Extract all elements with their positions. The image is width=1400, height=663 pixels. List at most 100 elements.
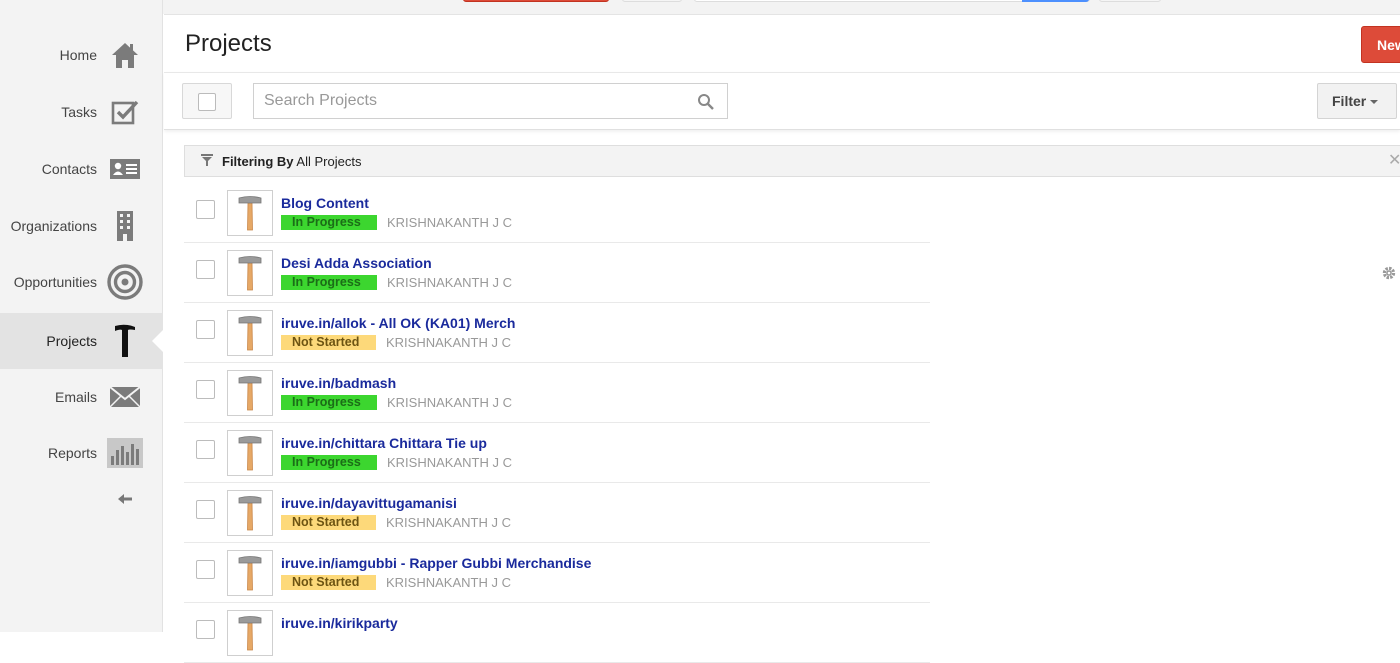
search-icon[interactable] — [697, 93, 715, 111]
project-row[interactable]: Desi Adda Association In Progress KRISHNAK… — [184, 243, 1400, 303]
building-icon — [107, 208, 143, 244]
hammer-icon — [238, 436, 262, 471]
project-row[interactable]: iruve.in/iamgubbi - Rapper Gubbi Merchan… — [184, 543, 1400, 603]
select-all-checkbox[interactable] — [182, 83, 232, 119]
hammer-icon — [238, 496, 262, 531]
search-box — [253, 83, 728, 119]
contacts-icon — [107, 151, 143, 187]
filter-label: Filter — [1332, 93, 1367, 109]
caret-down-icon — [1370, 100, 1379, 105]
project-row[interactable]: iruve.in/allok - All OK (KA01) Merch Not … — [184, 303, 1400, 363]
project-owner: KRISHNAKANTH J C — [387, 455, 512, 470]
project-name-link[interactable]: Blog Content — [281, 195, 369, 211]
header-red-button[interactable] — [463, 0, 609, 2]
project-owner: KRISHNAKANTH J C — [386, 515, 511, 530]
search-input[interactable] — [254, 84, 674, 118]
project-row[interactable]: iruve.in/badmash In Progress KRISHNAKANTH … — [184, 363, 1400, 423]
project-name-link[interactable]: iruve.in/badmash — [281, 375, 396, 391]
project-thumbnail[interactable] — [227, 190, 273, 236]
hammer-icon — [238, 316, 262, 351]
row-checkbox[interactable] — [196, 620, 215, 639]
row-checkbox[interactable] — [196, 440, 215, 459]
main-panel: Projects New Filter Filtering By All Pro… — [164, 14, 1400, 663]
target-icon — [107, 264, 143, 300]
project-name-link[interactable]: iruve.in/iamgubbi - Rapper Gubbi Merchan… — [281, 555, 591, 571]
sidebar-item-organizations[interactable]: Organizations — [0, 198, 163, 254]
sidebar: Home Tasks Contacts Organizations Opport… — [0, 0, 163, 632]
sidebar-item-label: Reports — [47, 445, 97, 461]
status-badge: In Progress — [281, 395, 377, 410]
project-owner: KRISHNAKANTH J C — [387, 275, 512, 290]
filter-dropdown-button[interactable]: Filter — [1317, 83, 1397, 119]
row-checkbox[interactable] — [196, 320, 215, 339]
filter-description: Filtering By All Projects — [222, 154, 361, 169]
row-checkbox[interactable] — [196, 380, 215, 399]
gear-icon[interactable] — [1382, 266, 1396, 280]
status-badge: Not Started — [281, 335, 376, 350]
project-owner: KRISHNAKANTH J C — [387, 215, 512, 230]
project-row[interactable]: iruve.in/dayavittugamanisi Not Started KRI… — [184, 483, 1400, 543]
header-button[interactable] — [622, 0, 682, 2]
collapse-sidebar-button[interactable] — [113, 488, 137, 510]
project-thumbnail[interactable] — [227, 250, 273, 296]
funnel-icon — [201, 154, 213, 166]
row-checkbox[interactable] — [196, 200, 215, 219]
project-name-link[interactable]: iruve.in/dayavittugamanisi — [281, 495, 457, 511]
sidebar-item-label: Organizations — [10, 218, 97, 234]
sidebar-item-tasks[interactable]: Tasks — [0, 84, 163, 140]
header-button-right[interactable] — [1099, 0, 1161, 2]
project-thumbnail[interactable] — [227, 490, 273, 536]
project-thumbnail[interactable] — [227, 550, 273, 596]
envelope-icon — [107, 379, 143, 415]
sidebar-item-projects[interactable]: Projects — [0, 313, 163, 369]
project-name-link[interactable]: iruve.in/chittara Chittara Tie up — [281, 435, 487, 451]
status-badge: Not Started — [281, 575, 376, 590]
sidebar-item-emails[interactable]: Emails — [0, 369, 163, 425]
project-thumbnail[interactable] — [227, 430, 273, 476]
page-title: Projects — [185, 30, 272, 57]
project-thumbnail[interactable] — [227, 610, 273, 656]
row-checkbox[interactable] — [196, 500, 215, 519]
sidebar-item-opportunities[interactable]: Opportunities — [0, 254, 163, 310]
new-project-button[interactable]: New — [1361, 26, 1400, 63]
row-checkbox[interactable] — [196, 260, 215, 279]
project-row[interactable]: iruve.in/chittara Chittara Tie up In Prog… — [184, 423, 1400, 483]
sidebar-item-contacts[interactable]: Contacts — [0, 141, 163, 197]
sidebar-item-label: Emails — [54, 389, 97, 405]
hammer-icon — [238, 376, 262, 411]
bar-chart-icon — [107, 435, 143, 471]
project-thumbnail[interactable] — [227, 370, 273, 416]
top-header-strip — [0, 0, 1400, 25]
project-row[interactable]: iruve.in/kirikparty — [184, 603, 1400, 663]
row-checkbox[interactable] — [196, 560, 215, 579]
project-name-link[interactable]: iruve.in/kirikparty — [281, 615, 398, 631]
project-row[interactable]: Blog Content In Progress KRISHNAKANTH J C — [184, 183, 1400, 243]
sidebar-item-reports[interactable]: Reports — [0, 425, 163, 481]
status-badge: In Progress — [281, 455, 377, 470]
sidebar-item-label: Opportunities — [13, 274, 97, 290]
project-owner: KRISHNAKANTH J C — [386, 575, 511, 590]
active-filter-bar: Filtering By All Projects ✕ — [184, 145, 1400, 177]
sidebar-item-label: Tasks — [61, 104, 97, 120]
sidebar-item-label: Contacts — [41, 161, 97, 177]
tasks-icon — [107, 94, 143, 130]
filter-value: All Projects — [296, 154, 362, 169]
sidebar-item-label: Home — [59, 47, 97, 63]
hammer-icon — [238, 196, 262, 231]
hammer-icon — [107, 323, 143, 359]
hammer-icon — [238, 556, 262, 591]
status-badge: Not Started — [281, 515, 376, 530]
project-name-link[interactable]: iruve.in/allok - All OK (KA01) Merch — [281, 315, 515, 331]
project-name-link[interactable]: Desi Adda Association — [281, 255, 432, 271]
project-owner: KRISHNAKANTH J C — [386, 335, 511, 350]
status-badge: In Progress — [281, 275, 377, 290]
status-badge: In Progress — [281, 215, 377, 230]
hammer-icon — [238, 616, 262, 651]
hammer-icon — [238, 256, 262, 291]
header-search-button[interactable] — [1022, 0, 1089, 2]
arrow-left-icon — [118, 494, 132, 504]
project-thumbnail[interactable] — [227, 310, 273, 356]
sidebar-item-label: Projects — [46, 333, 97, 349]
sidebar-item-home[interactable]: Home — [0, 27, 163, 83]
clear-filter-icon[interactable]: ✕ — [1388, 150, 1400, 170]
